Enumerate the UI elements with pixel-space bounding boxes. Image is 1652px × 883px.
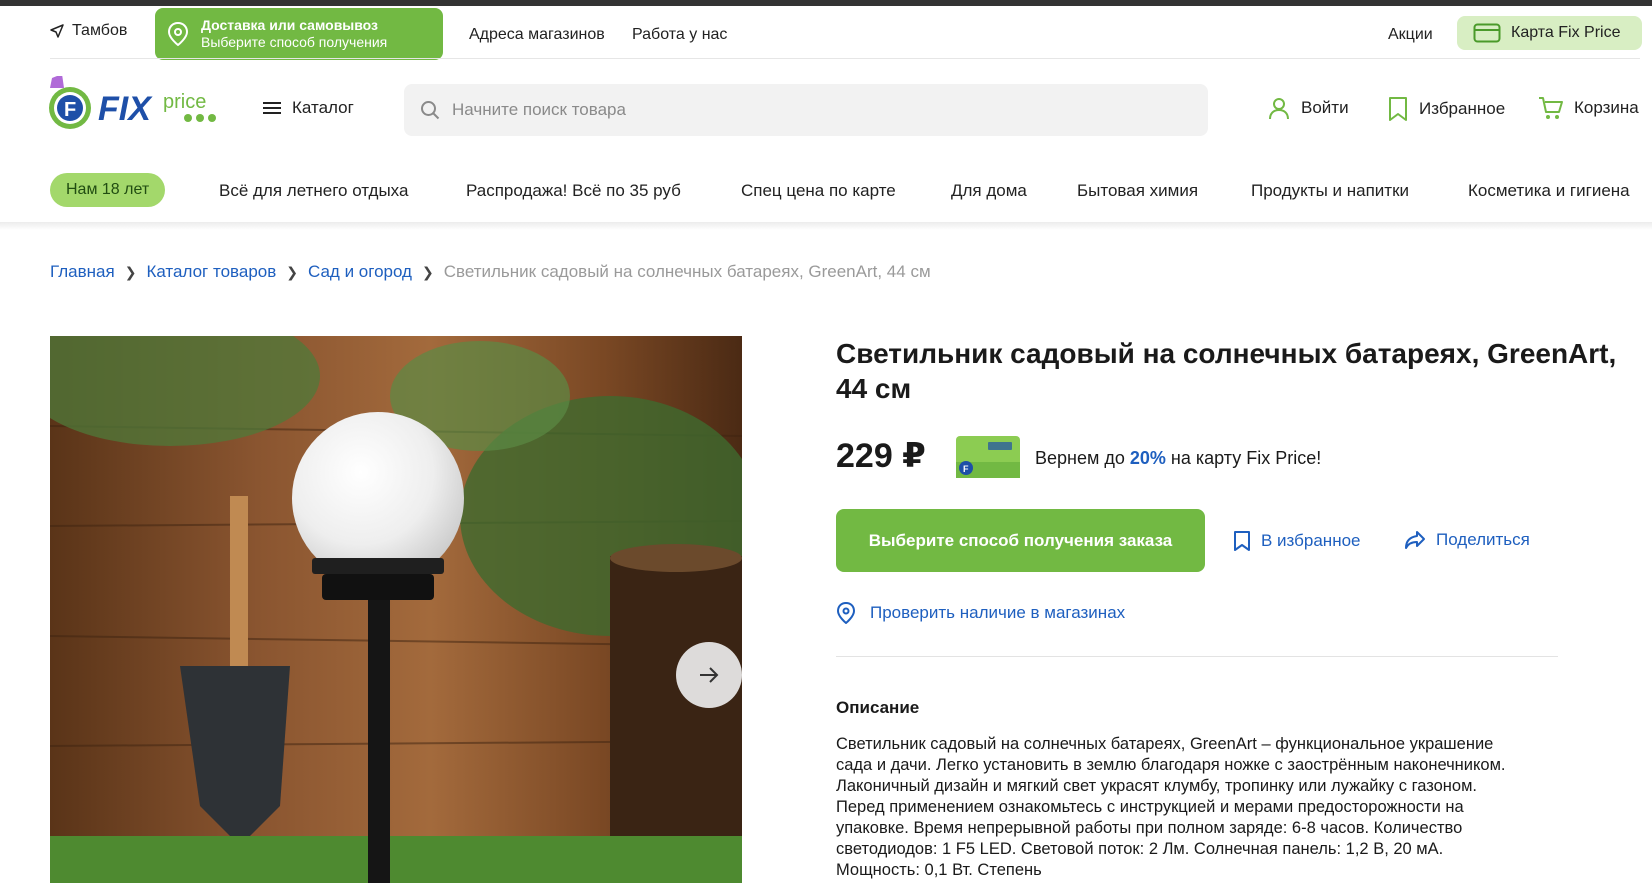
cashback-percent: 20% [1129,448,1166,468]
share-icon [1405,531,1425,549]
section-divider [836,656,1558,657]
product-photo [50,336,742,883]
check-stock-link[interactable]: Проверить наличие в магазинах [836,602,1125,624]
arrow-right-icon [700,667,719,683]
search-icon [421,101,440,120]
nav-item-home[interactable]: Для дома [951,181,1027,201]
add-to-favorites-button[interactable]: В избранное [1233,530,1361,552]
share-button[interactable]: Поделиться [1404,530,1530,550]
nav-item-cosmetics[interactable]: Косметика и гигиена [1468,181,1630,201]
favorites-button[interactable]: Избранное [1387,96,1505,122]
city-selector[interactable]: Тамбов [50,22,127,40]
delivery-selector[interactable]: Доставка или самовывоз Выберите способ п… [155,8,443,60]
map-pin-icon [836,602,856,624]
chevron-right-icon: ❯ [124,263,137,280]
map-pin-icon [167,22,189,46]
fixprice-logo[interactable]: F FIX price [48,74,236,134]
delivery-subtitle: Выберите способ получения [201,34,388,50]
cart-button[interactable]: Корзина [1538,96,1639,120]
promotions-link[interactable]: Акции [1388,26,1433,44]
svg-text:F: F [963,464,969,474]
svg-text:F: F [64,99,76,121]
loyalty-card-button[interactable]: Карта Fix Price [1457,16,1642,50]
catalog-button[interactable]: Каталог [262,98,354,118]
cashback-prefix: Вернем до [1035,448,1130,468]
nav-item-summer[interactable]: Всё для летнего отдыха [219,181,408,201]
topbar-divider [50,58,1640,59]
svg-text:price: price [163,91,206,113]
chevron-right-icon: ❯ [421,263,434,280]
user-icon [1269,98,1289,120]
menu-icon [263,102,281,114]
breadcrumb-garden[interactable]: Сад и огород [308,262,412,282]
share-label: Поделиться [1436,530,1530,549]
gallery-next-button[interactable] [676,642,742,708]
nav-pill-anniversary[interactable]: Нам 18 лет [50,173,166,207]
fixprice-card-graphic: F [956,436,1020,478]
description-heading: Описание [836,698,920,717]
bookmark-icon [1389,97,1407,121]
login-label: Войти [1301,98,1349,117]
catalog-label: Каталог [292,98,354,117]
svg-text:FIX: FIX [98,90,153,128]
card-icon [1473,23,1501,43]
fixprice-logo-graphic: F FIX price [49,74,216,129]
cashback-text: Вернем до 20% на карту Fix Price! [1035,448,1321,469]
breadcrumb-catalog[interactable]: Каталог товаров [146,262,276,282]
search-bar[interactable] [404,84,1208,136]
bookmark-icon [1234,531,1250,551]
search-input[interactable] [452,100,1152,120]
nav-item-sale[interactable]: Распродажа! Всё по 35 руб [466,181,681,201]
delivery-title: Доставка или самовывоз [201,17,379,33]
login-button[interactable]: Войти [1267,96,1349,120]
product-title: Светильник садовый на солнечных батареях… [836,338,1617,404]
fixprice-card-image: F [956,436,1020,478]
chevron-right-icon: ❯ [286,263,298,280]
select-delivery-button[interactable]: Выберите способ получения заказа [836,509,1205,572]
top-bar: Тамбов Доставка или самовывоз Выберите с… [0,6,1652,60]
breadcrumb: Главная ❯ Каталог товаров ❯ Сад и огород… [50,262,931,282]
description-text: Светильник садовый на солнечных батареях… [836,735,1506,879]
store-addresses-link[interactable]: Адреса магазинов [469,26,605,44]
nav-item-card-price[interactable]: Спец цена по карте [741,181,896,201]
cart-icon [1539,97,1563,119]
city-name: Тамбов [72,22,128,39]
cashback-suffix: на карту Fix Price! [1165,448,1322,468]
breadcrumb-current: Светильник садовый на солнечных батареях… [443,262,931,281]
check-stock-label: Проверить наличие в магазинах [870,603,1126,622]
location-arrow-icon [50,24,64,38]
add-to-favorites-label: В избранное [1261,531,1361,550]
jobs-link[interactable]: Работа у нас [632,26,727,44]
breadcrumb-home[interactable]: Главная [50,262,115,282]
nav-item-food[interactable]: Продукты и напитки [1251,181,1409,201]
header-shadow [0,222,1652,230]
product-price: 229 ₽ [836,437,926,475]
nav-item-chemicals[interactable]: Бытовая химия [1077,181,1198,201]
category-nav: Нам 18 лет Всё для летнего отдыха Распро… [50,173,1652,207]
cart-label: Корзина [1574,98,1639,117]
product-image[interactable] [50,336,742,883]
favorites-label: Избранное [1419,99,1506,118]
loyalty-card-label: Карта Fix Price [1511,24,1621,41]
